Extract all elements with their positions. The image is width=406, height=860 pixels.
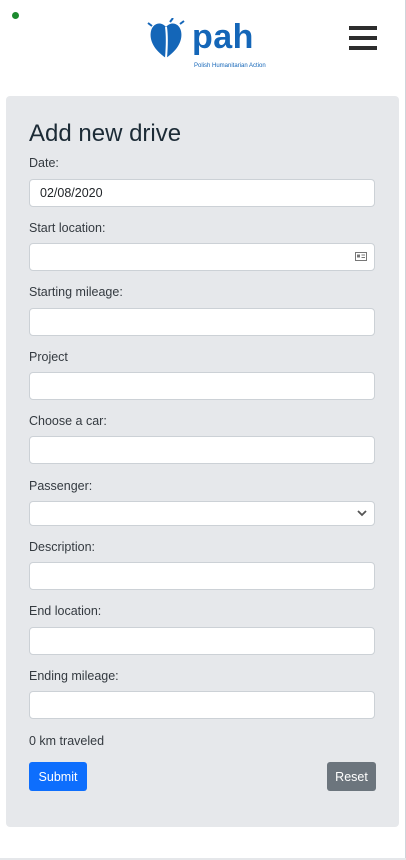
contact-card-icon[interactable] <box>355 252 367 261</box>
description-label: Description: <box>29 540 95 554</box>
car-input[interactable] <box>30 437 340 463</box>
header: pah Polish Humanitarian Action <box>0 0 406 86</box>
reset-button[interactable]: Reset <box>327 762 376 791</box>
hamburger-menu-icon[interactable] <box>349 24 379 52</box>
passenger-select[interactable] <box>29 501 375 526</box>
starting-mileage-input[interactable] <box>30 309 340 335</box>
start-location-input[interactable] <box>30 244 340 270</box>
submit-button[interactable]: Submit <box>29 762 87 791</box>
date-label: Date: <box>29 156 59 170</box>
project-label: Project <box>29 350 68 364</box>
pah-logo[interactable]: pah Polish Humanitarian Action <box>146 18 266 72</box>
start-location-label: Start location: <box>29 221 106 235</box>
distance-traveled-text: 0 km traveled <box>29 734 105 748</box>
end-location-label: End location: <box>29 604 102 618</box>
ending-mileage-field[interactable] <box>29 691 375 719</box>
passenger-label: Passenger: <box>29 479 93 493</box>
end-location-input[interactable] <box>30 628 340 654</box>
logo-tagline: Polish Humanitarian Action <box>194 63 266 69</box>
date-input[interactable] <box>30 180 340 206</box>
description-field[interactable] <box>29 562 375 590</box>
end-location-field[interactable] <box>29 627 375 655</box>
car-label: Choose a car: <box>29 414 107 428</box>
car-field[interactable] <box>29 436 375 464</box>
logo-text: pah <box>192 18 254 56</box>
chevron-down-icon[interactable] <box>356 507 368 519</box>
project-field[interactable] <box>29 372 375 400</box>
heart-logo-icon <box>147 18 185 59</box>
date-field[interactable] <box>29 179 375 207</box>
ending-mileage-input[interactable] <box>30 692 340 718</box>
starting-mileage-label: Starting mileage: <box>29 285 123 299</box>
starting-mileage-field[interactable] <box>29 308 375 336</box>
ending-mileage-label: Ending mileage: <box>29 669 119 683</box>
start-location-field[interactable] <box>29 243 375 271</box>
form-title: Add new drive <box>29 120 182 147</box>
description-input[interactable] <box>30 563 340 589</box>
project-input[interactable] <box>30 373 340 399</box>
add-drive-form: Add new drive Date: Start location: Star… <box>6 96 399 827</box>
